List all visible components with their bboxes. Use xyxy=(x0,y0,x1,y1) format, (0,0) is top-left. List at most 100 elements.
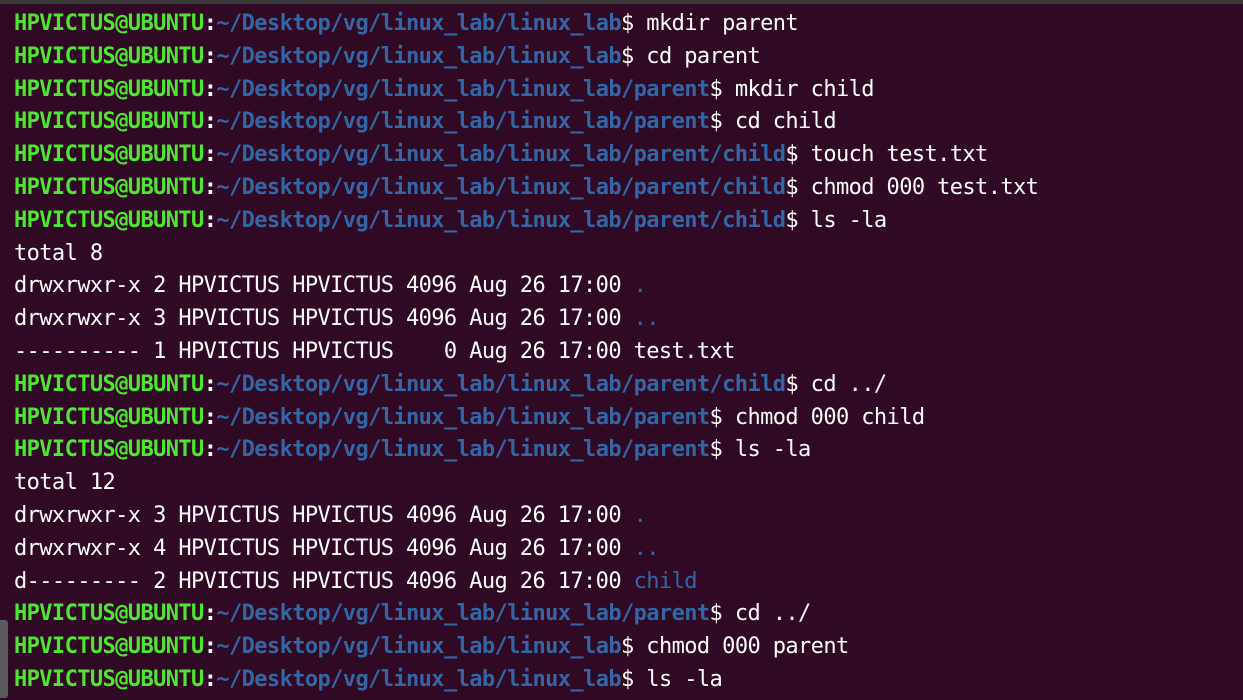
prompt-symbol: $ xyxy=(709,109,735,135)
prompt-user: HPVICTUS@UBUNTU xyxy=(14,11,204,36)
terminal-window[interactable]: HPVICTUS@UBUNTU:~/Desktop/vg/linux_lab/l… xyxy=(0,0,1243,700)
prompt-symbol: $ xyxy=(621,11,647,36)
command-text: chmod 000 test.txt xyxy=(810,174,1039,200)
terminal-output[interactable]: HPVICTUS@UBUNTU:~/Desktop/vg/linux_lab/l… xyxy=(14,8,1243,697)
prompt-path: ~/Desktop/vg/linux_lab/linux_lab/parent xyxy=(216,601,710,627)
output-line: drwxrwxr-x 3 HPVICTUS HPVICTUS 4096 Aug … xyxy=(14,303,1243,336)
output-line: drwxrwxr-x 3 HPVICTUS HPVICTUS 4096 Aug … xyxy=(14,500,1243,533)
prompt-line: HPVICTUS@UBUNTU:~/Desktop/vg/linux_lab/l… xyxy=(14,41,1243,74)
output-text: ---------- 1 HPVICTUS HPVICTUS 0 Aug 26 … xyxy=(14,338,735,364)
command-text: touch test.txt xyxy=(810,142,989,168)
prompt-symbol: $ xyxy=(621,634,647,660)
prompt-user: HPVICTUS@UBUNTU xyxy=(14,634,204,660)
output-text: d--------- 2 HPVICTUS HPVICTUS 4096 Aug … xyxy=(14,568,634,594)
output-text: drwxrwxr-x 4 HPVICTUS HPVICTUS 4096 Aug … xyxy=(14,535,634,561)
prompt-path: ~/Desktop/vg/linux_lab/linux_lab/parent/… xyxy=(216,207,786,233)
prompt-path: ~/Desktop/vg/linux_lab/linux_lab xyxy=(216,11,621,36)
prompt-separator: : xyxy=(203,601,217,627)
prompt-line: HPVICTUS@UBUNTU:~/Desktop/vg/linux_lab/l… xyxy=(14,106,1243,139)
prompt-line: HPVICTUS@UBUNTU:~/Desktop/vg/linux_lab/l… xyxy=(14,139,1243,172)
output-line: drwxrwxr-x 4 HPVICTUS HPVICTUS 4096 Aug … xyxy=(14,533,1243,566)
prompt-separator: : xyxy=(203,404,217,430)
prompt-separator: : xyxy=(203,109,217,135)
prompt-separator: : xyxy=(203,11,217,36)
command-text: mkdir child xyxy=(734,76,875,102)
output-text: total 8 xyxy=(14,240,103,266)
scroll-handle[interactable] xyxy=(0,620,8,698)
prompt-line: HPVICTUS@UBUNTU:~/Desktop/vg/linux_lab/l… xyxy=(14,205,1243,238)
prompt-path: ~/Desktop/vg/linux_lab/linux_lab/parent xyxy=(216,109,710,135)
prompt-path: ~/Desktop/vg/linux_lab/linux_lab/parent/… xyxy=(216,142,786,168)
output-text: drwxrwxr-x 3 HPVICTUS HPVICTUS 4096 Aug … xyxy=(14,306,634,332)
directory-entry-name: . xyxy=(633,273,647,299)
prompt-user: HPVICTUS@UBUNTU xyxy=(14,207,204,233)
prompt-separator: : xyxy=(203,666,217,692)
prompt-symbol: $ xyxy=(785,174,811,200)
prompt-user: HPVICTUS@UBUNTU xyxy=(14,437,204,463)
prompt-user: HPVICTUS@UBUNTU xyxy=(14,601,204,627)
output-line: total 8 xyxy=(14,238,1243,271)
output-line: total 12 xyxy=(14,467,1243,500)
prompt-user: HPVICTUS@UBUNTU xyxy=(14,371,204,397)
prompt-user: HPVICTUS@UBUNTU xyxy=(14,109,204,135)
prompt-line: HPVICTUS@UBUNTU:~/Desktop/vg/linux_lab/l… xyxy=(14,664,1243,697)
output-text: total 12 xyxy=(14,470,116,496)
command-text: mkdir parent xyxy=(646,11,799,36)
directory-entry-name: . xyxy=(633,502,647,528)
command-text: chmod 000 child xyxy=(734,404,925,430)
window-top-edge xyxy=(0,0,1243,4)
prompt-path: ~/Desktop/vg/linux_lab/linux_lab/parent/… xyxy=(216,371,786,397)
command-text: ls -la xyxy=(810,207,887,233)
prompt-separator: : xyxy=(203,43,217,69)
prompt-separator: : xyxy=(203,142,217,168)
prompt-separator: : xyxy=(203,437,217,463)
prompt-path: ~/Desktop/vg/linux_lab/linux_lab xyxy=(216,666,621,692)
prompt-path: ~/Desktop/vg/linux_lab/linux_lab xyxy=(216,634,621,660)
prompt-symbol: $ xyxy=(621,43,647,69)
prompt-symbol: $ xyxy=(709,437,735,463)
prompt-separator: : xyxy=(203,371,217,397)
prompt-symbol: $ xyxy=(709,76,735,102)
prompt-separator: : xyxy=(203,207,217,233)
prompt-path: ~/Desktop/vg/linux_lab/linux_lab/parent xyxy=(216,404,710,430)
command-text: chmod 000 parent xyxy=(646,634,849,660)
prompt-symbol: $ xyxy=(709,404,735,430)
prompt-line: HPVICTUS@UBUNTU:~/Desktop/vg/linux_lab/l… xyxy=(14,74,1243,107)
prompt-line: HPVICTUS@UBUNTU:~/Desktop/vg/linux_lab/l… xyxy=(14,402,1243,435)
prompt-line: HPVICTUS@UBUNTU:~/Desktop/vg/linux_lab/l… xyxy=(14,434,1243,467)
prompt-separator: : xyxy=(203,76,217,102)
prompt-symbol: $ xyxy=(785,371,811,397)
prompt-path: ~/Desktop/vg/linux_lab/linux_lab/parent/… xyxy=(216,174,786,200)
prompt-user: HPVICTUS@UBUNTU xyxy=(14,404,204,430)
prompt-line: HPVICTUS@UBUNTU:~/Desktop/vg/linux_lab/l… xyxy=(14,172,1243,205)
prompt-path: ~/Desktop/vg/linux_lab/linux_lab xyxy=(216,43,621,69)
prompt-user: HPVICTUS@UBUNTU xyxy=(14,142,204,168)
output-line: ---------- 1 HPVICTUS HPVICTUS 0 Aug 26 … xyxy=(14,336,1243,369)
directory-entry-name: child xyxy=(633,568,698,594)
output-line: d--------- 2 HPVICTUS HPVICTUS 4096 Aug … xyxy=(14,566,1243,599)
prompt-path: ~/Desktop/vg/linux_lab/linux_lab/parent xyxy=(216,437,710,463)
command-text: cd parent xyxy=(646,43,761,69)
prompt-line: HPVICTUS@UBUNTU:~/Desktop/vg/linux_lab/l… xyxy=(14,631,1243,664)
prompt-separator: : xyxy=(203,634,217,660)
prompt-line: HPVICTUS@UBUNTU:~/Desktop/vg/linux_lab/l… xyxy=(14,598,1243,631)
prompt-user: HPVICTUS@UBUNTU xyxy=(14,666,204,692)
command-text: cd ../ xyxy=(734,601,811,627)
directory-entry-name: .. xyxy=(633,306,660,332)
output-text: drwxrwxr-x 3 HPVICTUS HPVICTUS 4096 Aug … xyxy=(14,502,634,528)
command-text: ls -la xyxy=(734,437,811,463)
prompt-symbol: $ xyxy=(621,666,647,692)
prompt-line: HPVICTUS@UBUNTU:~/Desktop/vg/linux_lab/l… xyxy=(14,369,1243,402)
prompt-user: HPVICTUS@UBUNTU xyxy=(14,174,204,200)
command-text: cd child xyxy=(734,109,837,135)
command-text: cd ../ xyxy=(810,371,887,397)
directory-entry-name: .. xyxy=(633,535,660,561)
prompt-user: HPVICTUS@UBUNTU xyxy=(14,76,204,102)
output-line: drwxrwxr-x 2 HPVICTUS HPVICTUS 4096 Aug … xyxy=(14,270,1243,303)
prompt-path: ~/Desktop/vg/linux_lab/linux_lab/parent xyxy=(216,76,710,102)
prompt-line: HPVICTUS@UBUNTU:~/Desktop/vg/linux_lab/l… xyxy=(14,8,1243,41)
prompt-symbol: $ xyxy=(785,142,811,168)
prompt-symbol: $ xyxy=(709,601,735,627)
prompt-separator: : xyxy=(203,174,217,200)
output-text: drwxrwxr-x 2 HPVICTUS HPVICTUS 4096 Aug … xyxy=(14,273,634,299)
